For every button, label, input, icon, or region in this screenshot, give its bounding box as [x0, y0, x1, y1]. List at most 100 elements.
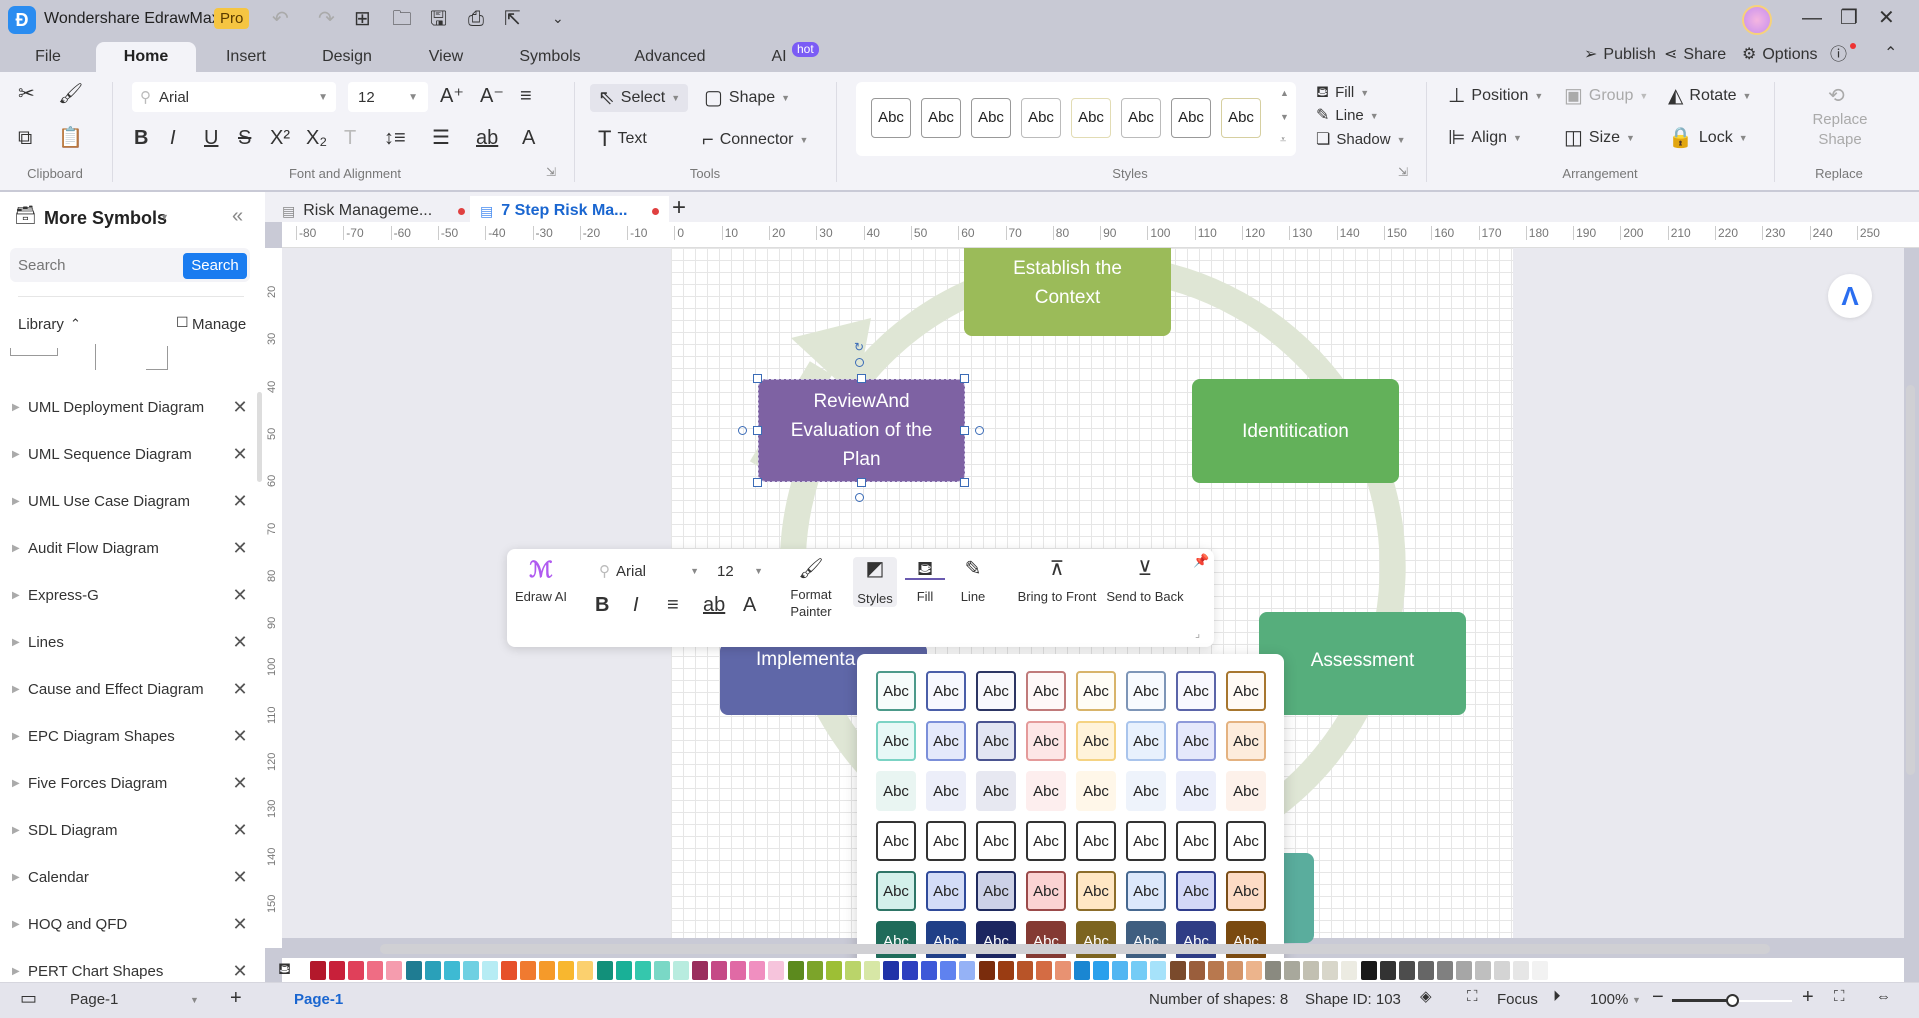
shape-tool-button[interactable]: ▢ Shape ▼	[704, 88, 790, 108]
font-size-select[interactable]: 12 ▼	[348, 82, 428, 112]
style-swatch[interactable]: Abc	[1126, 721, 1166, 761]
resize-handle[interactable]	[753, 478, 762, 487]
style-swatch[interactable]: Abc	[876, 821, 916, 861]
bold-icon[interactable]: B	[595, 595, 609, 615]
tab-insert[interactable]: Insert	[216, 42, 276, 72]
replace-shape-button[interactable]: Replace Shape	[1800, 110, 1880, 150]
undo-icon[interactable]: ↶	[272, 9, 289, 29]
style-swatch[interactable]: Abc	[976, 721, 1016, 761]
style-swatch[interactable]: Abc	[1026, 721, 1066, 761]
focus-button[interactable]: Focus	[1497, 991, 1538, 1008]
library-item[interactable]: ▶ HOQ and QFD ✕	[0, 901, 255, 948]
gallery-scroll-up-icon[interactable]: ▲	[1280, 88, 1289, 98]
style-swatch[interactable]: Abc	[1026, 821, 1066, 861]
style-swatch[interactable]: Abc	[876, 771, 916, 811]
close-library-icon[interactable]: ✕	[225, 585, 255, 606]
vertical-scrollbar[interactable]	[1906, 385, 1915, 775]
color-swatch[interactable]	[768, 961, 785, 980]
highlight-icon[interactable]: ab	[703, 595, 725, 615]
library-item[interactable]: ▶ Five Forces Diagram ✕	[0, 760, 255, 807]
style-swatch[interactable]: Abc	[1076, 771, 1116, 811]
color-swatch[interactable]	[1532, 961, 1549, 980]
format-painter-icon[interactable]: 🖌	[58, 84, 83, 104]
color-swatch[interactable]	[310, 961, 326, 980]
library-item[interactable]: ▶ Calendar ✕	[0, 854, 255, 901]
style-preset[interactable]: Abc	[1171, 98, 1211, 138]
align-text-icon[interactable]: ≡	[667, 595, 679, 615]
color-swatch[interactable]	[386, 961, 403, 980]
color-swatch[interactable]	[1398, 961, 1415, 980]
underline-icon[interactable]: U	[204, 128, 218, 148]
library-item[interactable]: ▶ UML Deployment Diagram ✕	[0, 384, 255, 431]
color-swatch[interactable]	[1436, 961, 1453, 980]
style-swatch[interactable]: Abc	[1026, 871, 1066, 911]
share-button[interactable]: ⋖ Share	[1664, 46, 1726, 64]
style-swatch[interactable]: Abc	[976, 671, 1016, 711]
style-swatch[interactable]: Abc	[1076, 671, 1116, 711]
style-swatch[interactable]: Abc	[976, 821, 1016, 861]
save-icon[interactable]: 🖫	[430, 9, 447, 29]
color-swatch[interactable]	[844, 961, 861, 980]
close-library-icon[interactable]: ✕	[225, 444, 255, 465]
close-library-icon[interactable]: ✕	[225, 914, 255, 935]
font-family-select[interactable]: ⚲ Arial ▼	[132, 82, 336, 112]
close-library-icon[interactable]: ✕	[225, 397, 255, 418]
style-swatch[interactable]: Abc	[1076, 821, 1116, 861]
style-swatch[interactable]: Abc	[1176, 671, 1216, 711]
superscript-icon[interactable]: X²	[270, 128, 290, 148]
style-swatch[interactable]: Abc	[926, 721, 966, 761]
connector-tool-button[interactable]: ⌐ Connector ▼	[702, 130, 808, 150]
subscript-icon[interactable]: X₂	[306, 128, 327, 148]
color-swatch[interactable]	[405, 961, 422, 980]
font-color-icon[interactable]: A	[522, 128, 535, 148]
style-swatch[interactable]: Abc	[1226, 771, 1266, 811]
close-library-icon[interactable]: ✕	[225, 726, 255, 747]
focus-icon[interactable]: ⛶	[1467, 989, 1478, 1004]
library-item[interactable]: ▶ UML Use Case Diagram ✕	[0, 478, 255, 525]
play-icon[interactable]: ⏵	[1553, 989, 1561, 1004]
color-swatch[interactable]	[730, 961, 747, 980]
resize-handle[interactable]	[857, 478, 866, 487]
bold-icon[interactable]: B	[134, 128, 148, 148]
close-library-icon[interactable]: ✕	[225, 632, 255, 653]
color-swatch[interactable]	[1150, 961, 1167, 980]
style-swatch[interactable]: Abc	[1076, 721, 1116, 761]
align-button[interactable]: ⊫ Align ▼	[1448, 128, 1522, 148]
manage-link[interactable]: Manage	[192, 316, 246, 333]
color-swatch[interactable]	[1035, 961, 1052, 980]
line-button[interactable]: ✎ Line ▼	[1316, 107, 1379, 124]
style-swatch[interactable]: Abc	[926, 821, 966, 861]
lock-button[interactable]: 🔒 Lock ▼	[1668, 128, 1748, 148]
cut-icon[interactable]: ✂	[18, 84, 35, 104]
color-swatch[interactable]	[959, 961, 976, 980]
style-swatch[interactable]: Abc	[1226, 721, 1266, 761]
fit-width-icon[interactable]: ⇔	[1876, 989, 1891, 1004]
style-swatch[interactable]: Abc	[1126, 821, 1166, 861]
style-swatch[interactable]: Abc	[1076, 921, 1116, 961]
style-swatch[interactable]: Abc	[876, 721, 916, 761]
connection-point[interactable]	[738, 426, 747, 435]
color-swatch[interactable]	[558, 961, 575, 980]
resize-corner-icon[interactable]: ⌟	[1195, 627, 1200, 640]
color-swatch[interactable]	[1054, 961, 1071, 980]
tab-ai[interactable]: AI	[764, 42, 794, 72]
color-swatch[interactable]	[921, 961, 938, 980]
more-symbols-title[interactable]: More Symbols	[44, 208, 167, 229]
customize-toolbar-icon[interactable]: ⌄	[552, 11, 564, 25]
rotate-button[interactable]: ◭ Rotate ▼	[1668, 86, 1751, 106]
redo-icon[interactable]: ↷	[318, 9, 335, 29]
style-preset[interactable]: Abc	[971, 98, 1011, 138]
node-establish-context[interactable]: Establish the Context	[964, 248, 1171, 336]
color-swatch[interactable]	[749, 961, 766, 980]
bullet-list-icon[interactable]: ☰	[432, 128, 450, 148]
color-swatch[interactable]	[462, 961, 479, 980]
color-swatch[interactable]	[1341, 961, 1358, 980]
library-item[interactable]: ▶ Express-G ✕	[0, 572, 255, 619]
style-swatch[interactable]: Abc	[1126, 671, 1166, 711]
style-swatch[interactable]: Abc	[1226, 871, 1266, 911]
style-swatch[interactable]: Abc	[1026, 671, 1066, 711]
color-swatch[interactable]	[692, 961, 708, 980]
float-font-size-select[interactable]: 12 ▼	[711, 557, 769, 585]
style-swatch[interactable]: Abc	[1226, 671, 1266, 711]
style-preset[interactable]: Abc	[1021, 98, 1061, 138]
